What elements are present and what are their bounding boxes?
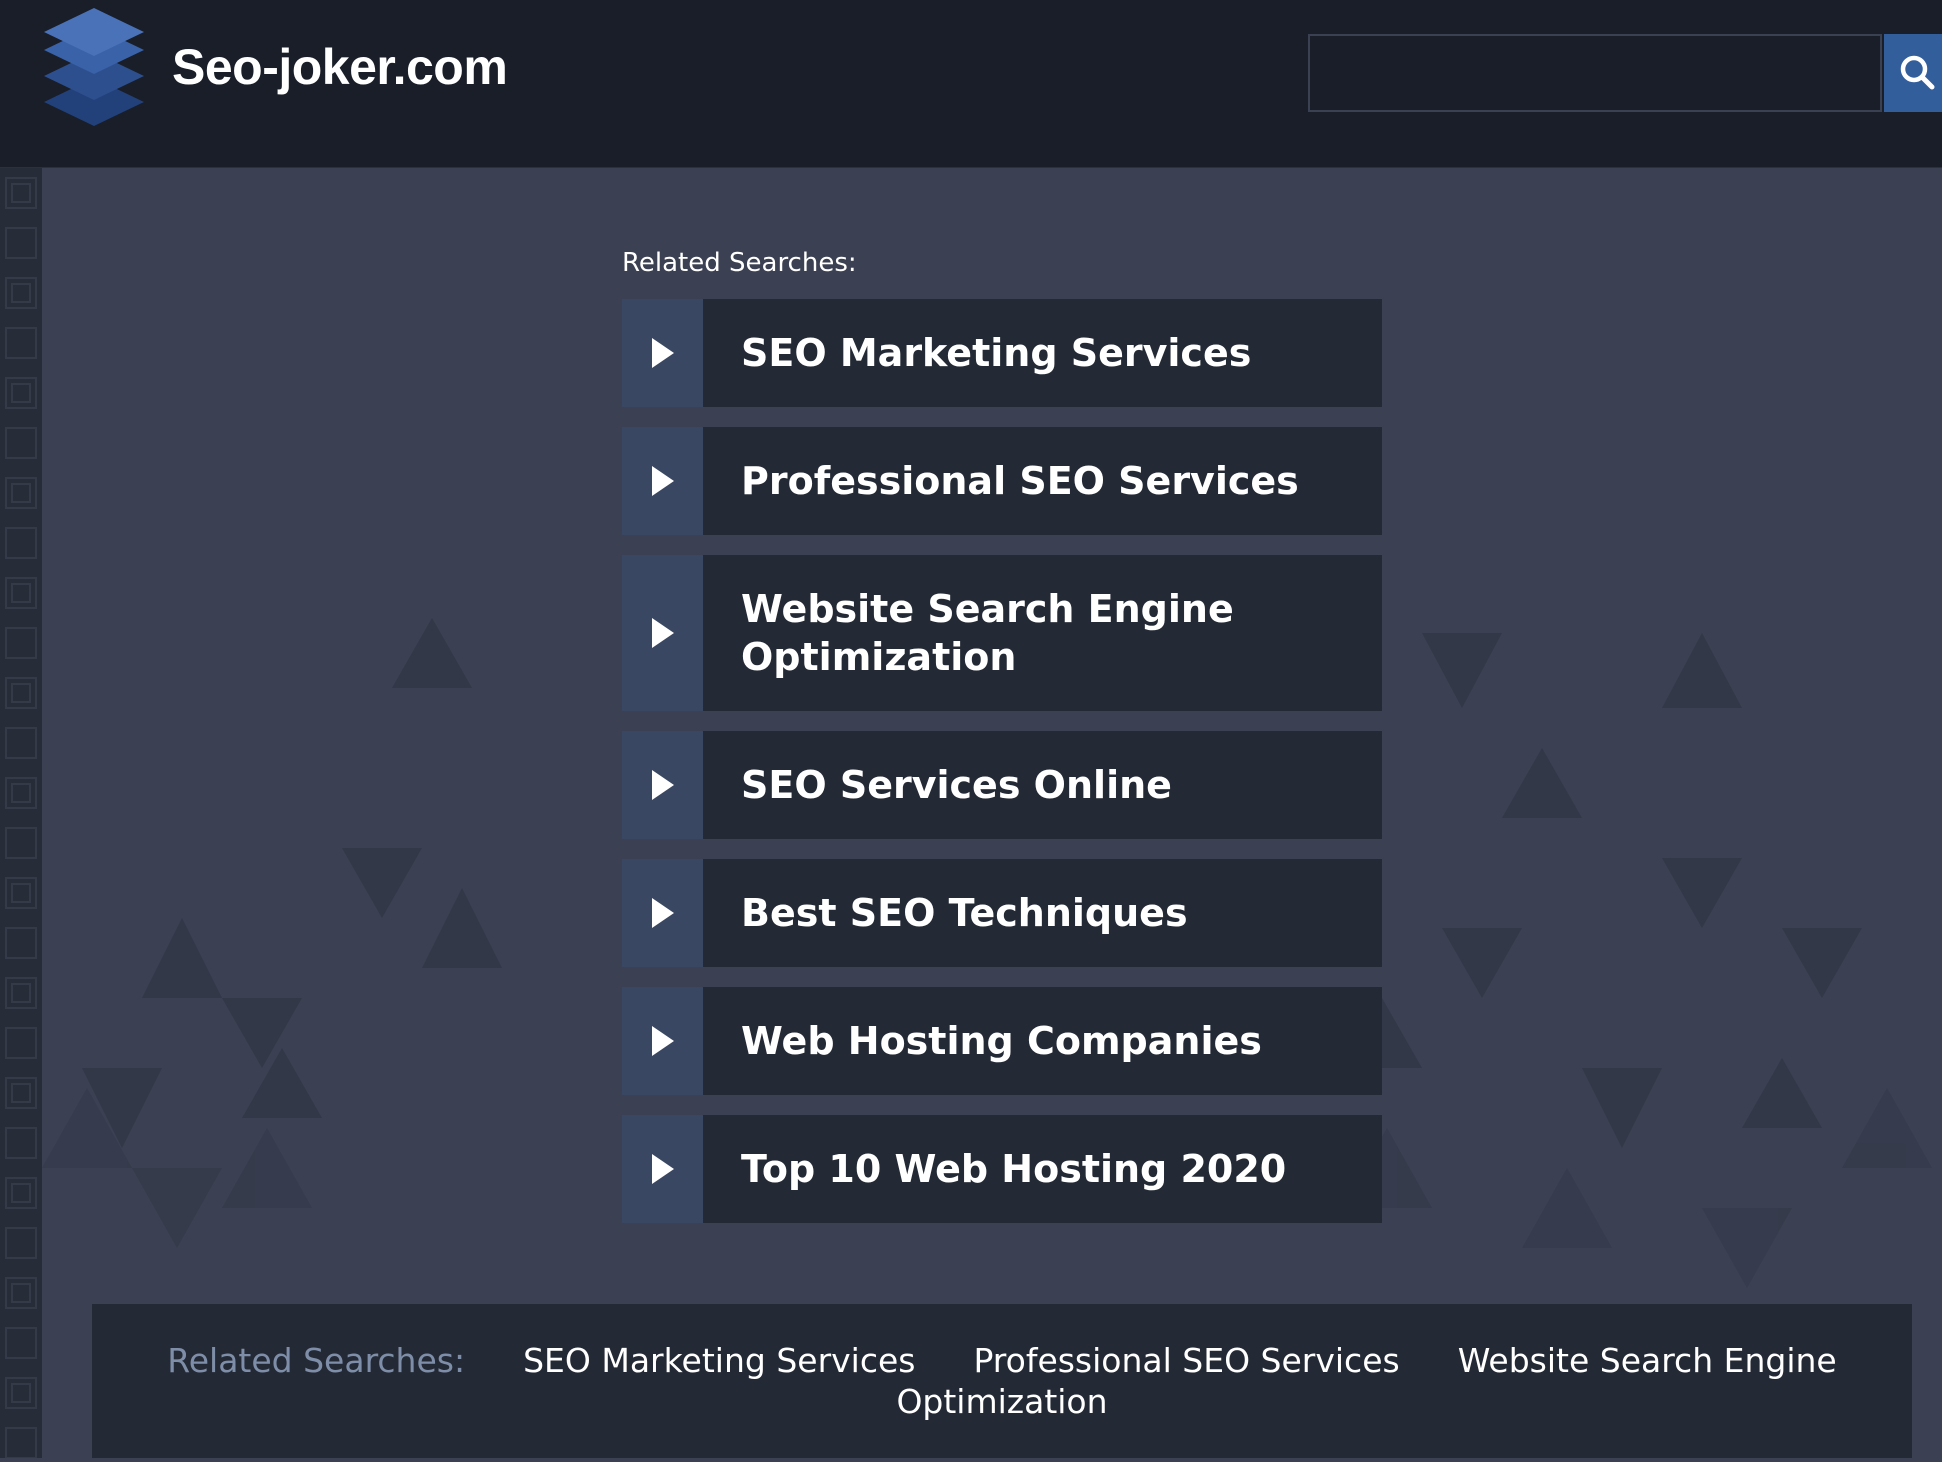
item-arrow-box [622,1115,703,1223]
related-search-label: Website Search Engine Optimization [741,587,1234,679]
search-box [1308,34,1882,112]
strip-pattern [0,168,42,1458]
related-search-label: Professional SEO Services [741,459,1299,503]
play-arrow-icon [651,898,674,928]
related-search-label: Top 10 Web Hosting 2020 [741,1147,1287,1191]
site-header: Seo-joker.com [0,0,1942,168]
play-arrow-icon [651,338,674,368]
footer-links: Related Searches: SEO Marketing Services P… [92,1340,1912,1422]
related-search-item[interactable]: Professional SEO Services [622,427,1382,535]
related-search-label: SEO Services Online [741,763,1172,807]
related-search-item[interactable]: Website Search Engine Optimization [622,555,1382,711]
play-arrow-icon [651,1154,674,1184]
related-search-item[interactable]: SEO Services Online [622,731,1382,839]
search-icon [1900,55,1935,90]
footer-link[interactable]: Professional SEO Services [973,1341,1399,1380]
search-input[interactable] [1310,36,1880,110]
site-name[interactable]: Seo-joker.com [172,38,508,96]
play-arrow-icon [651,466,674,496]
related-search-label: Web Hosting Companies [741,1019,1262,1063]
stacked-layers-icon[interactable] [38,6,150,128]
footer-related-label: Related Searches: [167,1341,466,1380]
related-search-label: SEO Marketing Services [741,331,1252,375]
related-searches-list: SEO Marketing Services Professional SEO … [622,299,1382,1243]
item-arrow-box [622,555,703,711]
related-search-item[interactable]: Top 10 Web Hosting 2020 [622,1115,1382,1223]
item-arrow-box [622,427,703,535]
left-decorative-strip [0,168,42,1458]
footer-related-searches: Related Searches: SEO Marketing Services P… [92,1304,1912,1458]
search-button[interactable] [1884,34,1942,112]
related-search-item[interactable]: Best SEO Techniques [622,859,1382,967]
item-arrow-box [622,987,703,1095]
play-arrow-icon [651,770,674,800]
item-arrow-box [622,859,703,967]
play-arrow-icon [651,1026,674,1056]
related-search-label: Best SEO Techniques [741,891,1188,935]
related-searches-label: Related Searches: [622,248,857,278]
footer-link[interactable]: SEO Marketing Services [523,1341,915,1380]
item-arrow-box [622,299,703,407]
play-arrow-icon [651,618,674,648]
related-search-item[interactable]: Web Hosting Companies [622,987,1382,1095]
related-search-item[interactable]: SEO Marketing Services [622,299,1382,407]
item-arrow-box [622,731,703,839]
